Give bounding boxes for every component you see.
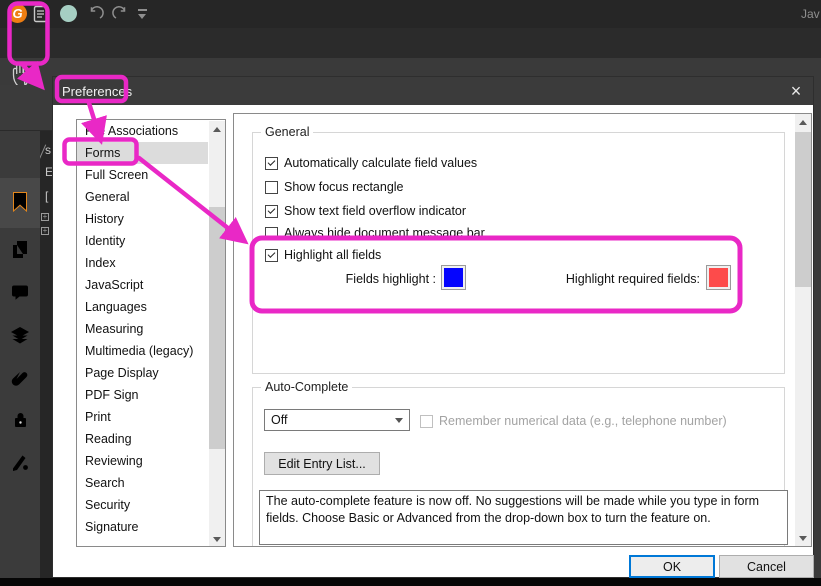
autocomplete-mode-dropdown[interactable]: Off <box>264 409 410 431</box>
preferences-category-list: File Associations Forms Full Screen Gene… <box>76 119 226 547</box>
scrollbar-thumb[interactable] <box>209 207 225 449</box>
checkbox[interactable] <box>265 248 278 262</box>
comments-icon[interactable] <box>9 281 31 305</box>
foxit-logo: G <box>8 4 27 23</box>
customize-toolbar-icon[interactable] <box>138 9 147 19</box>
chevron-down-icon <box>395 418 403 423</box>
category-item[interactable]: JavaScript <box>77 274 208 296</box>
record-circle-icon[interactable] <box>60 5 77 22</box>
category-item[interactable]: History <box>77 208 208 230</box>
fields-highlight-color-button[interactable] <box>441 265 466 290</box>
required-fields-color-button[interactable] <box>706 265 731 290</box>
autocomplete-group-legend: Auto-Complete <box>261 380 353 394</box>
checkbox-label: Show focus rectangle <box>284 180 404 194</box>
window-title-fragment: Jav <box>801 7 820 21</box>
checkbox-row-hide-message-bar[interactable]: Always hide document message bar <box>265 225 485 241</box>
close-icon[interactable]: × <box>785 79 807 103</box>
scroll-down-icon[interactable] <box>209 531 225 546</box>
pages-icon[interactable] <box>9 238 31 262</box>
category-item[interactable]: Measuring <box>77 318 208 340</box>
category-item[interactable]: PDF Sign <box>77 384 208 406</box>
dialog-title: Preferences <box>62 84 133 99</box>
edit-entry-list-button[interactable]: Edit Entry List... <box>264 452 380 475</box>
category-item[interactable]: Multimedia (legacy) <box>77 340 208 362</box>
tree-expander-fragment: + <box>41 226 49 235</box>
category-item[interactable]: Index <box>77 252 208 274</box>
category-item[interactable]: Reviewing <box>77 450 208 472</box>
required-fields-label: Highlight required fields: <box>565 272 700 286</box>
checkbox-label: Always hide document message bar <box>284 226 485 240</box>
ok-button[interactable]: OK <box>629 555 715 578</box>
redo-icon[interactable] <box>112 6 130 22</box>
cancel-button[interactable]: Cancel <box>719 555 814 578</box>
fields-highlight-label: Fields highlight : <box>345 272 436 286</box>
scrollbar-thumb[interactable] <box>795 132 811 287</box>
tree-expander-fragment: + <box>41 212 49 221</box>
checkbox-row-focus-rectangle[interactable]: Show focus rectangle <box>265 179 404 195</box>
checkbox-row-highlight-all-fields[interactable]: Highlight all fields <box>265 247 381 263</box>
new-document-icon[interactable] <box>33 5 49 23</box>
category-item[interactable]: Identity <box>77 230 208 252</box>
category-item[interactable]: Full Screen <box>77 164 208 186</box>
layers-icon[interactable] <box>9 324 31 348</box>
checkbox-label: Show text field overflow indicator <box>284 204 467 218</box>
window-bottom-edge <box>0 578 821 586</box>
fields-highlight-color <box>444 268 463 287</box>
preferences-dialog: Preferences × File Associations Forms Fu… <box>52 76 814 578</box>
checkbox-label: Highlight all fields <box>284 248 382 262</box>
checkbox-row-overflow-indicator[interactable]: Show text field overflow indicator <box>265 203 466 219</box>
text-fragment: E <box>45 165 52 179</box>
bookmarks-icon[interactable] <box>9 190 31 214</box>
category-item[interactable]: Reading <box>77 428 208 450</box>
checkbox[interactable] <box>265 204 278 218</box>
checkbox-row-auto-calculate[interactable]: Automatically calculate field values <box>265 155 477 171</box>
security-icon[interactable] <box>9 408 31 432</box>
required-fields-color <box>709 268 728 287</box>
undo-icon[interactable] <box>86 6 104 22</box>
preferences-content-panel: General Automatically calculate field va… <box>233 113 812 547</box>
panel-scrollbar[interactable] <box>795 114 811 546</box>
checkbox[interactable] <box>265 226 278 240</box>
quick-access-bar: G Jav <box>0 0 821 28</box>
autocomplete-info-text: The auto-complete feature is now off. No… <box>259 490 788 545</box>
checkbox[interactable] <box>265 180 278 194</box>
checkbox-row-remember-numerical: Remember numerical data (e.g., telephone… <box>420 413 727 429</box>
general-group: General Automatically calculate field va… <box>252 125 785 374</box>
menu-bar: File Home Comment View Form Protect Foxi… <box>0 28 821 84</box>
general-group-legend: General <box>261 125 314 139</box>
category-item-forms[interactable]: Forms <box>77 142 208 164</box>
checkbox-label: Remember numerical data (e.g., telephone… <box>439 414 727 428</box>
scroll-up-icon[interactable] <box>795 114 811 130</box>
dialog-title-bar: Preferences × <box>53 77 813 105</box>
scroll-down-icon[interactable] <box>795 530 811 546</box>
scroll-up-icon[interactable] <box>209 121 225 137</box>
category-item[interactable]: General <box>77 186 208 208</box>
tab-text-fragment: s <box>45 143 51 157</box>
category-item[interactable]: Page Display <box>77 362 208 384</box>
category-item[interactable]: Search <box>77 472 208 494</box>
text-fragment: [ <box>45 189 49 203</box>
signature-icon[interactable] <box>9 450 31 474</box>
checkbox-label: Automatically calculate field values <box>284 156 478 170</box>
category-item[interactable]: File Associations <box>77 120 208 142</box>
category-item[interactable]: Signature <box>77 516 208 538</box>
category-item[interactable]: Print <box>77 406 208 428</box>
category-item[interactable]: Languages <box>77 296 208 318</box>
category-item[interactable]: Security <box>77 494 208 516</box>
background-panel-strip: s E [ + + <box>40 131 52 578</box>
checkbox[interactable] <box>265 156 278 170</box>
foxit-app-window: G Jav File Home Comment View Form Protec… <box>0 0 821 586</box>
checkbox-disabled <box>420 414 433 428</box>
attachments-icon[interactable] <box>9 366 31 390</box>
category-list-scrollbar[interactable] <box>209 121 225 546</box>
autocomplete-mode-value: Off <box>271 413 288 427</box>
